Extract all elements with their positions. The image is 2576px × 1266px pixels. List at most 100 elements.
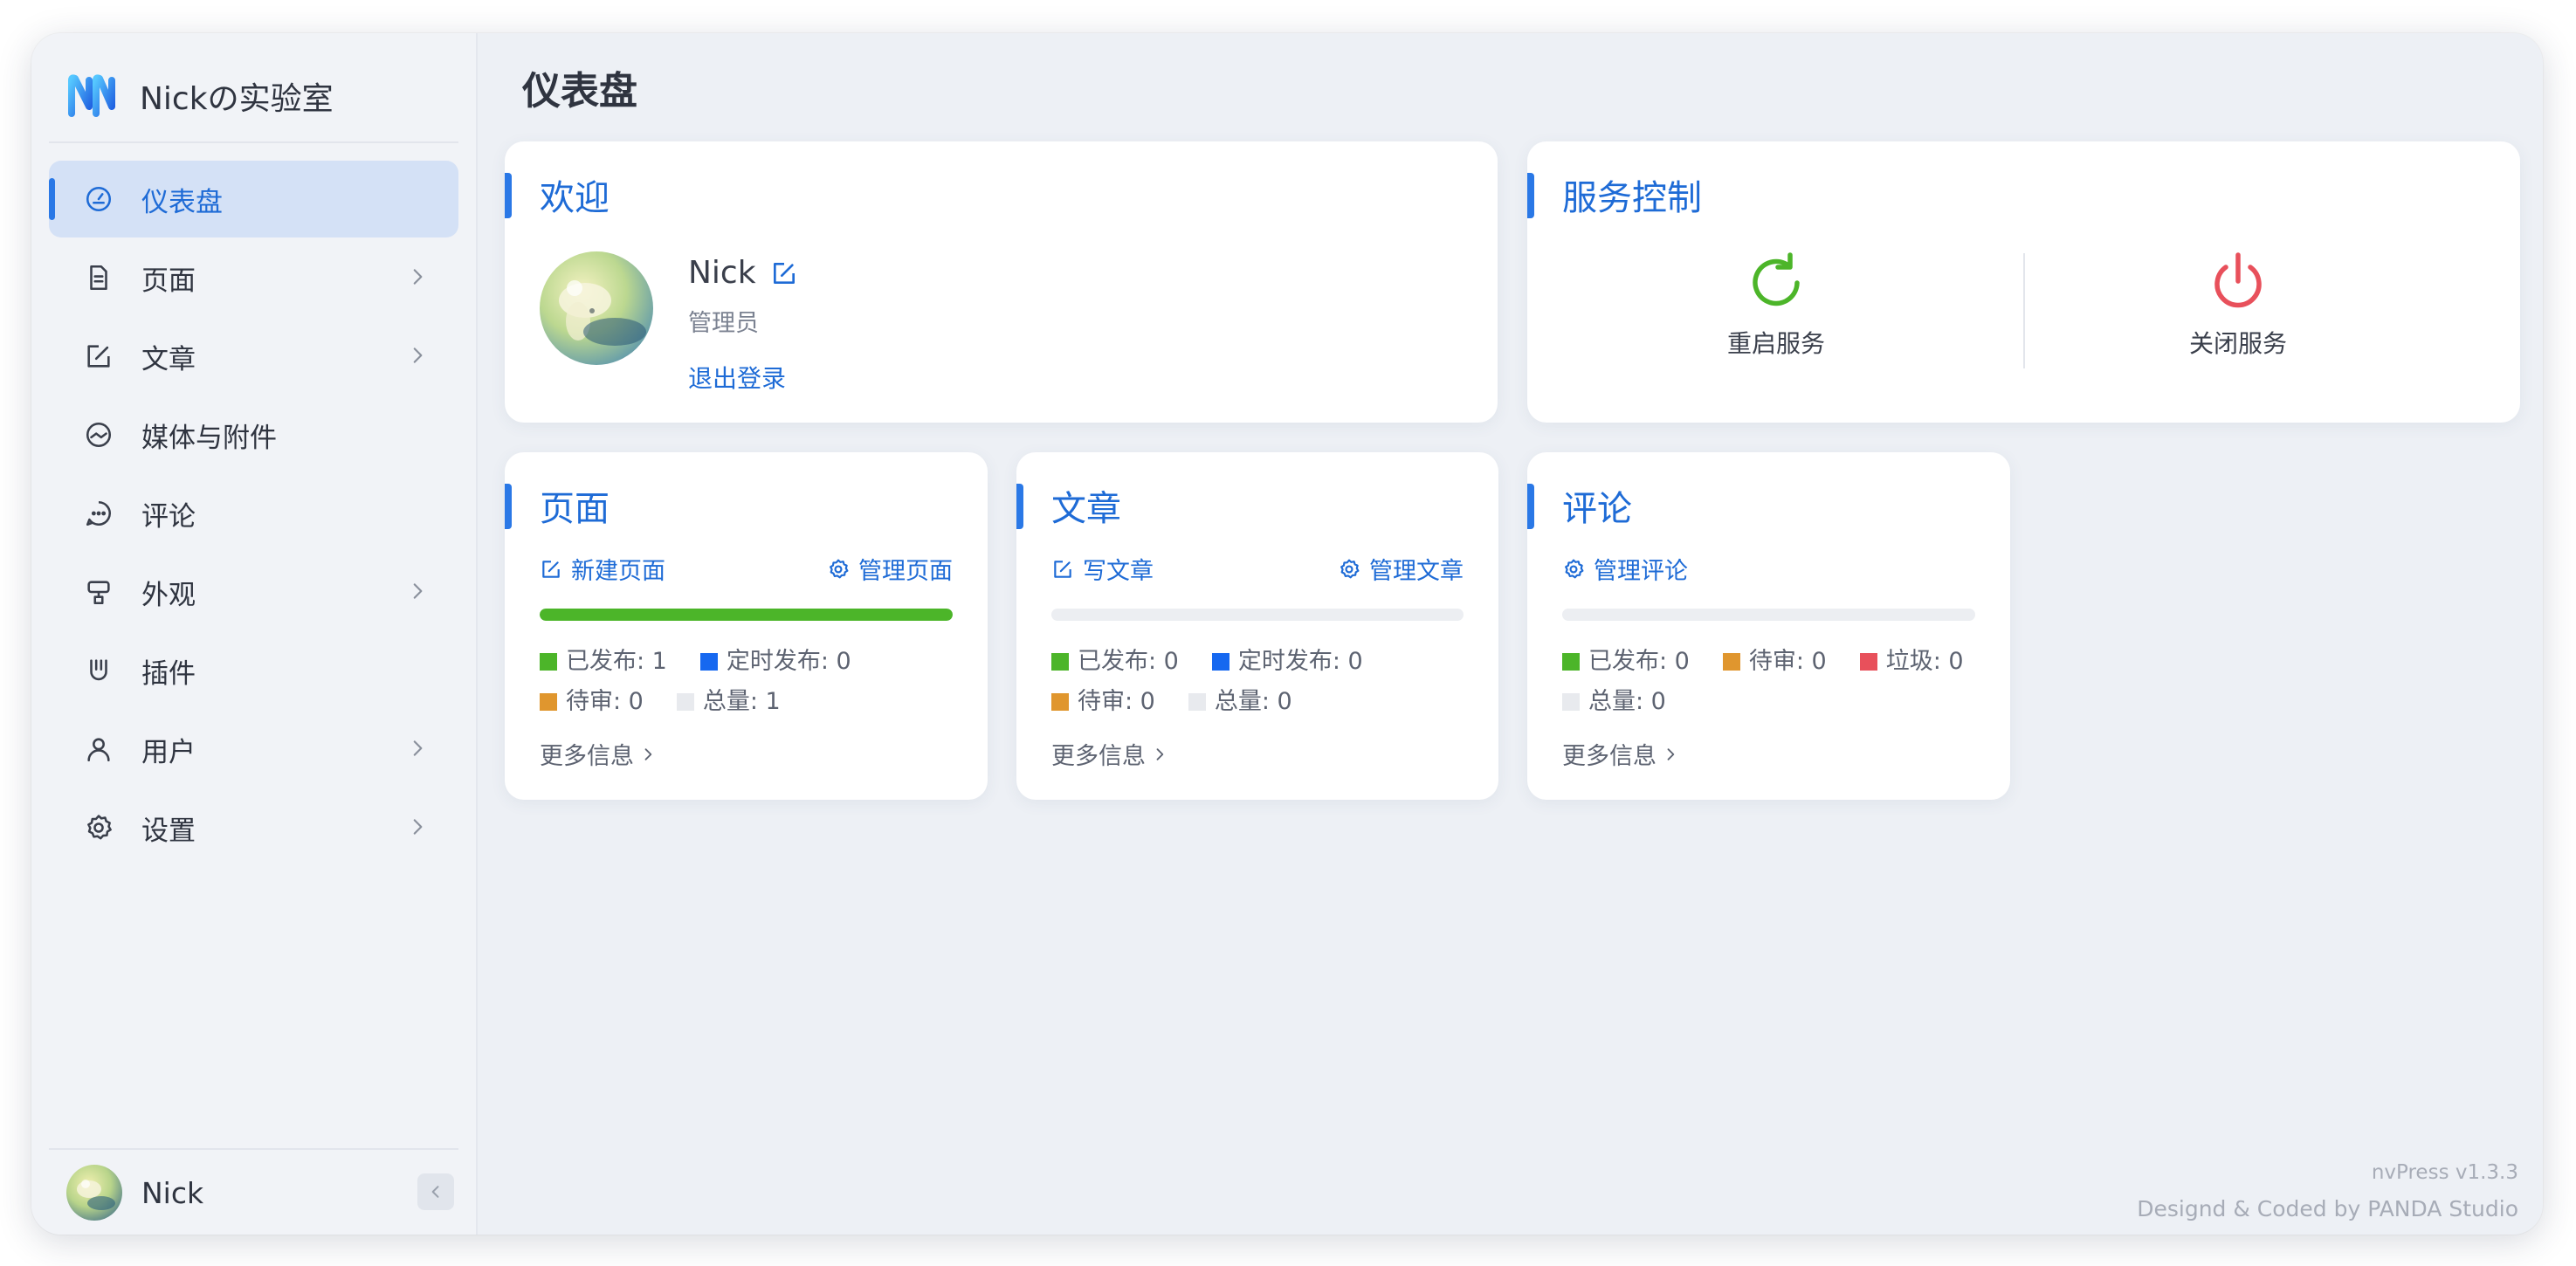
legend-published: 已发布: 1 — [540, 643, 667, 681]
legend-pending: 待审: 0 — [1051, 683, 1155, 721]
legend-published: 已发布: 0 — [1051, 643, 1179, 681]
sidebar-nav: 仪表盘 页面 文章 媒体与附件 评论 外观 插件 用户 设置 — [49, 161, 458, 868]
avatar[interactable] — [540, 251, 653, 365]
brand-logo-icon — [68, 74, 115, 117]
articles-legend: 已发布: 0 定时发布: 0 待审: 0 总量: 0 — [1051, 643, 1481, 723]
comments-legend: 已发布: 0 待审: 0 垃圾: 0 总量: 0 — [1562, 643, 1993, 723]
media-icon — [82, 418, 115, 451]
sidebar-item-plugins[interactable]: 插件 — [49, 632, 458, 709]
write-article-button[interactable]: 写文章 — [1051, 552, 1154, 586]
footer-credit: Designd & Coded by PANDA Studio — [2137, 1196, 2518, 1221]
service-control-card: 服务控制 重启服务 关闭服务 — [1527, 141, 2520, 423]
legend-pending: 待审: 0 — [1722, 643, 1827, 681]
sidebar-user[interactable]: Nick — [66, 1163, 203, 1222]
legend-text: 总量: 0 — [1588, 688, 1666, 715]
articles-progress-bar — [1051, 609, 1464, 621]
swatch — [1051, 693, 1069, 711]
sidebar-item-label: 页面 — [141, 265, 196, 297]
sidebar-item-pages[interactable]: 页面 — [49, 239, 458, 316]
sidebar-item-label: 外观 — [141, 579, 196, 611]
sidebar-item-media[interactable]: 媒体与附件 — [49, 396, 458, 473]
comments-card: 评论 管理评论 已发布: 0 待审: 0 垃圾: 0 总量: 0 更多信息 — [1527, 452, 2010, 800]
shutdown-service-label: 关闭服务 — [2188, 329, 2287, 358]
manage-articles-label: 管理文章 — [1369, 558, 1464, 585]
shutdown-service-button[interactable]: 关闭服务 — [2107, 251, 2369, 360]
legend-text: 待审: 0 — [566, 688, 644, 715]
legend-spam: 垃圾: 0 — [1859, 643, 1964, 681]
sidebar-item-articles[interactable]: 文章 — [49, 318, 458, 395]
restart-icon — [1753, 252, 1800, 306]
sidebar-item-dashboard[interactable]: 仪表盘 — [49, 161, 458, 237]
logout-link[interactable]: 退出登录 — [688, 360, 786, 395]
swatch — [1562, 693, 1580, 711]
sidebar-item-comments[interactable]: 评论 — [49, 475, 458, 552]
avatar — [66, 1165, 122, 1221]
sidebar-item-users[interactable]: 用户 — [49, 711, 458, 788]
brand[interactable]: Nickの实验室 — [66, 68, 334, 124]
sidebar-item-label: 仪表盘 — [141, 186, 223, 218]
user-role: 管理员 — [688, 310, 759, 337]
new-page-button[interactable]: 新建页面 — [540, 552, 665, 586]
plugin-icon — [82, 654, 115, 687]
gear-icon — [1340, 559, 1360, 578]
dashboard-icon — [82, 182, 115, 216]
legend-pending: 待审: 0 — [540, 683, 644, 721]
app-window: Nickの实验室 仪表盘 页面 文章 媒体与附件 评论 外观 插件 用户 设置 … — [31, 33, 2543, 1235]
edit-icon — [542, 560, 560, 578]
restart-service-button[interactable]: 重启服务 — [1645, 251, 1907, 360]
username-text: Nick — [688, 255, 756, 291]
divider — [49, 141, 458, 143]
legend-text: 待审: 0 — [1748, 648, 1827, 675]
manage-pages-label: 管理页面 — [858, 558, 953, 585]
brand-name: Nickの实验室 — [140, 81, 334, 117]
card-actions: 新建页面 管理页面 — [540, 552, 953, 587]
legend-published: 已发布: 0 — [1562, 643, 1690, 681]
sidebar-item-label: 评论 — [141, 500, 196, 533]
edit-icon — [82, 340, 115, 373]
card-title-accent — [1016, 484, 1023, 529]
legend-scheduled: 定时发布: 0 — [1211, 643, 1363, 681]
pages-progress-bar — [540, 609, 953, 621]
divider — [2023, 253, 2025, 368]
sidebar-username: Nick — [141, 1175, 204, 1210]
user-icon — [82, 733, 115, 766]
sidebar-item-settings[interactable]: 设置 — [49, 789, 458, 866]
write-article-label: 写文章 — [1083, 558, 1154, 585]
chevron-right-icon — [413, 269, 423, 285]
edit-profile-icon[interactable] — [770, 259, 798, 287]
more-info-label: 更多信息 — [1051, 743, 1146, 770]
legend-text: 定时发布: 0 — [726, 648, 851, 675]
card-actions: 写文章 管理文章 — [1051, 552, 1464, 587]
legend-total: 总量: 1 — [676, 683, 781, 721]
sidebar-item-label: 插件 — [141, 657, 196, 690]
more-info-label: 更多信息 — [1562, 743, 1656, 770]
legend-scheduled: 定时发布: 0 — [699, 643, 851, 681]
chevron-right-icon — [413, 583, 423, 599]
legend-text: 总量: 1 — [702, 688, 781, 715]
collapse-sidebar-button[interactable] — [417, 1173, 454, 1210]
comments-progress-bar — [1562, 609, 1975, 621]
sidebar-item-appearance[interactable]: 外观 — [49, 554, 458, 630]
sidebar-item-label: 用户 — [141, 736, 196, 768]
card-actions: 管理评论 — [1562, 552, 1975, 587]
gear-icon — [1565, 559, 1584, 578]
legend-text: 已发布: 0 — [1078, 648, 1179, 675]
chevron-right-icon — [413, 819, 423, 835]
chevron-right-icon — [1156, 747, 1164, 760]
legend-text: 已发布: 0 — [1588, 648, 1690, 675]
swatch — [1722, 653, 1740, 671]
more-info-link[interactable]: 更多信息 — [1562, 737, 1679, 771]
pages-legend: 已发布: 1 定时发布: 0 待审: 0 总量: 1 — [540, 643, 970, 723]
more-info-link[interactable]: 更多信息 — [1051, 737, 1168, 771]
divider — [49, 1148, 458, 1150]
card-title: 欢迎 — [540, 178, 610, 218]
card-title: 评论 — [1562, 489, 1632, 529]
manage-comments-button[interactable]: 管理评论 — [1562, 552, 1688, 586]
manage-articles-button[interactable]: 管理文章 — [1338, 552, 1464, 586]
swatch — [1211, 653, 1229, 671]
manage-pages-button[interactable]: 管理页面 — [827, 552, 953, 586]
gear-icon — [830, 559, 849, 578]
legend-text: 待审: 0 — [1078, 688, 1155, 715]
swatch — [1051, 653, 1069, 671]
more-info-link[interactable]: 更多信息 — [540, 737, 657, 771]
